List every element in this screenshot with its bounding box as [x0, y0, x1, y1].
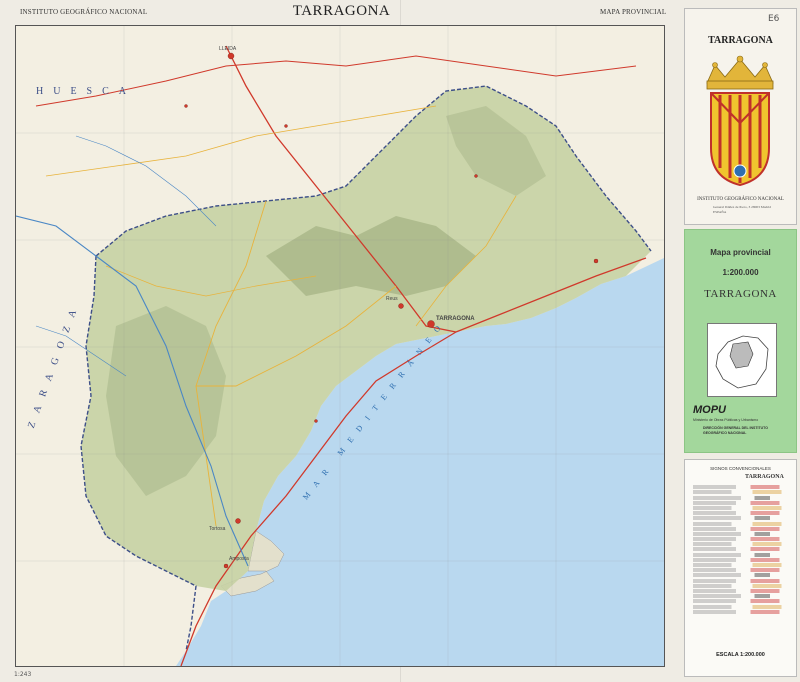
- legend-row: [693, 563, 789, 567]
- cover-address: General Ibáñez de Ibero, 3 28003 Madrid …: [713, 205, 772, 214]
- legend-row: [693, 531, 789, 536]
- mopu-logo: MOPU: [693, 404, 726, 416]
- legend-row: [693, 578, 789, 583]
- legend-row: [693, 516, 789, 521]
- ministry-text: Ministerio de Obras Públicas y Urbanismo: [693, 418, 759, 422]
- label-reus: Reus: [386, 296, 398, 302]
- label-tortosa: Tortosa: [209, 526, 226, 532]
- legend-row: [693, 495, 789, 500]
- label-amposta: Amposta: [229, 556, 249, 562]
- header-title: TARRAGONA: [292, 3, 391, 19]
- legend-row: [693, 594, 789, 599]
- legend-row: [693, 588, 789, 593]
- green-title: TARRAGONA: [704, 288, 777, 300]
- legend-row: [693, 609, 789, 614]
- legend-row: [693, 604, 789, 609]
- map-sheet: INSTITUTO GEOGRÁFICO NACIONAL TARRAGONA …: [0, 0, 800, 682]
- legend-row: [693, 485, 789, 490]
- legend-row: [693, 511, 789, 516]
- legend-row: [693, 568, 789, 573]
- legend-row: [693, 599, 789, 604]
- map-frame[interactable]: LLEIDA TARRAGONA Reus Tortosa Amposta HU…: [15, 25, 665, 667]
- green-scale: 1:200.000: [722, 268, 759, 277]
- legend-heading: SIGNOS CONVENCIONALES: [710, 466, 771, 471]
- legend-row: [693, 542, 789, 547]
- legend-row: [693, 583, 789, 588]
- map-canvas: [16, 26, 664, 666]
- legend-row: [693, 521, 789, 526]
- stamp-mark: E6: [768, 14, 780, 24]
- coat-of-arms-icon: [706, 55, 774, 187]
- green-map-type: Mapa provincial: [710, 248, 771, 257]
- legend-sample-city: TARRAGONA: [745, 474, 784, 480]
- legend-row: [693, 547, 789, 552]
- label-huesca: HUESCA: [36, 86, 137, 97]
- legend-row: [693, 490, 789, 495]
- cover-title: TARRAGONA: [708, 35, 773, 46]
- header-map-type: MAPA PROVINCIAL: [600, 8, 667, 16]
- legend-rows: [693, 484, 789, 615]
- legend-row: [693, 557, 789, 562]
- legend-row: [693, 526, 789, 531]
- sheet-mark: 1:243: [14, 671, 32, 678]
- location-inset-map: [707, 323, 777, 397]
- label-lleida: LLEIDA: [219, 46, 237, 52]
- legend-row: [693, 505, 789, 510]
- green-cover-panel: Mapa provincial 1:200.000 TARRAGONA MOPU…: [684, 229, 797, 453]
- direction-text: DIRECCIÓN GENERAL DEL INSTITUTO GEOGRÁFI…: [703, 426, 768, 435]
- legend-panel: SIGNOS CONVENCIONALES TARRAGONA ESCALA 1…: [684, 459, 797, 677]
- inset-outline-icon: [715, 335, 769, 389]
- legend-row: [693, 537, 789, 542]
- legend-scale: ESCALA 1:200.000: [716, 652, 765, 658]
- legend-row: [693, 552, 789, 557]
- cover-institute: INSTITUTO GEOGRÁFICO NACIONAL: [697, 197, 784, 202]
- cover-panel: TARRAGONA INSTITUTO GEOGRÁFICO NACIONAL …: [684, 8, 797, 225]
- legend-row: [693, 573, 789, 578]
- legend-row: [693, 500, 789, 505]
